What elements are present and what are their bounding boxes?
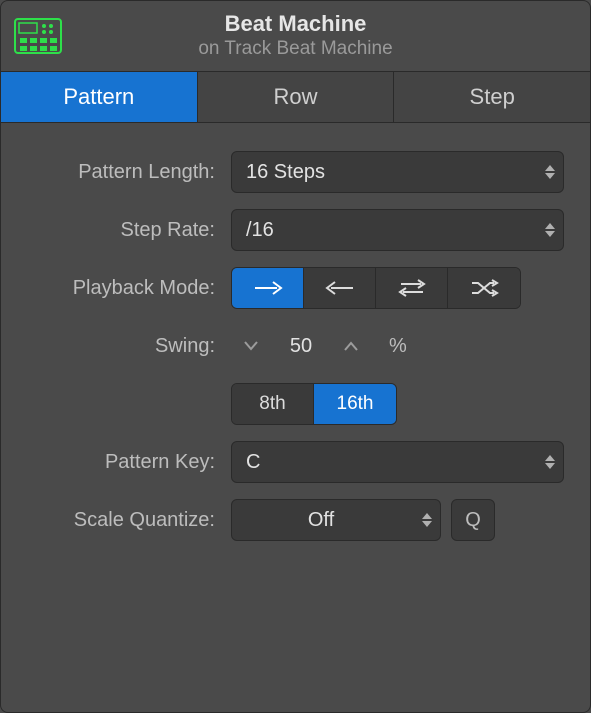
select-pattern-key[interactable]: C: [231, 441, 564, 483]
select-pattern-length[interactable]: 16 Steps: [231, 151, 564, 193]
swing-decrement-button[interactable]: [231, 325, 271, 367]
window-title: Beat Machine: [71, 11, 520, 37]
window-header: Beat Machine on Track Beat Machine: [1, 1, 590, 71]
label-swing: Swing:: [27, 335, 231, 358]
updown-icon: [545, 455, 555, 469]
select-value: /16: [246, 219, 274, 242]
tab-pattern[interactable]: Pattern: [1, 72, 198, 122]
device-icon: [13, 17, 63, 55]
swing-unit: %: [389, 335, 407, 358]
playback-random-button[interactable]: [448, 268, 520, 308]
row-swing-division: 8th 16th: [27, 383, 564, 425]
header-titles: Beat Machine on Track Beat Machine: [71, 11, 520, 61]
playback-mode-group: [231, 267, 521, 309]
playback-backward-button[interactable]: [304, 268, 376, 308]
select-value: Off: [232, 509, 410, 532]
tab-bar: Pattern Row Step: [1, 71, 590, 123]
label-pattern-length: Pattern Length:: [27, 161, 231, 184]
swing-8th-button[interactable]: 8th: [232, 384, 314, 424]
row-pattern-key: Pattern Key: C: [27, 441, 564, 483]
label-playback-mode: Playback Mode:: [27, 277, 231, 300]
tab-row[interactable]: Row: [198, 72, 395, 122]
row-playback-mode: Playback Mode:: [27, 267, 564, 309]
arrows-pingpong-icon: [397, 278, 427, 298]
arrow-left-icon: [325, 280, 355, 296]
swing-increment-button[interactable]: [331, 325, 371, 367]
label-step-rate: Step Rate:: [27, 219, 231, 242]
quantize-button[interactable]: Q: [451, 499, 495, 541]
swing-division-group: 8th 16th: [231, 383, 397, 425]
updown-icon: [545, 165, 555, 179]
swing-stepper: 50: [231, 325, 371, 367]
row-scale-quantize: Scale Quantize: Off Q: [27, 499, 564, 541]
chevron-down-icon: [244, 341, 258, 351]
swing-16th-button[interactable]: 16th: [314, 384, 396, 424]
row-step-rate: Step Rate: /16: [27, 209, 564, 251]
row-swing: Swing: 50 %: [27, 325, 564, 367]
playback-forward-button[interactable]: [232, 268, 304, 308]
swing-value[interactable]: 50: [271, 335, 331, 358]
label-scale-quantize: Scale Quantize:: [27, 509, 231, 532]
select-value: C: [246, 451, 260, 474]
select-value: 16 Steps: [246, 161, 325, 184]
chevron-up-icon: [344, 341, 358, 351]
select-scale-quantize[interactable]: Off: [231, 499, 441, 541]
updown-icon: [545, 223, 555, 237]
tab-step[interactable]: Step: [394, 72, 590, 122]
window-subtitle: on Track Beat Machine: [71, 37, 520, 61]
arrow-right-icon: [253, 280, 283, 296]
shuffle-icon: [469, 278, 499, 298]
updown-icon: [422, 513, 432, 527]
row-pattern-length: Pattern Length: 16 Steps: [27, 151, 564, 193]
playback-pingpong-button[interactable]: [376, 268, 448, 308]
label-pattern-key: Pattern Key:: [27, 451, 231, 474]
select-step-rate[interactable]: /16: [231, 209, 564, 251]
pattern-panel: Pattern Length: 16 Steps Step Rate: /16: [1, 123, 590, 541]
